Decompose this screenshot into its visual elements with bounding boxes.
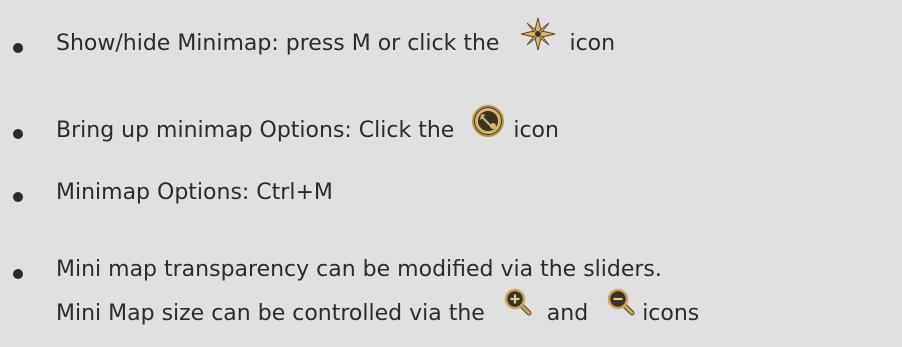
list-item-text: Show/hide Minimap: press M or click the: [56, 17, 616, 61]
bullet: [13, 43, 23, 53]
compass-star-icon: [518, 17, 558, 51]
bullet: [13, 192, 23, 202]
item-text-before: Bring up minimap Options: Click the: [56, 118, 455, 143]
item-text-after: icon: [513, 118, 559, 143]
zoom-in-icon: [504, 288, 532, 316]
list-item-line1: Mini map transparency can be modified vi…: [56, 257, 662, 282]
list-item-line2: Mini Map size can be controlled via the …: [56, 288, 700, 329]
item-text-before: Show/hide Minimap: press M or click the: [56, 31, 500, 56]
item-text-before: Mini Map size can be controlled via the: [56, 301, 485, 326]
list-item-text: Minimap Options: Ctrl+M: [56, 180, 333, 205]
list-item-text: Bring up minimap Options: Click the icon: [56, 105, 559, 148]
item-text-after: icon: [569, 31, 616, 56]
instructions-list: Show/hide Minimap: press M or click the: [0, 0, 902, 347]
zoom-out-icon: [607, 288, 635, 316]
item-text-after: icons: [642, 301, 700, 326]
bullet: [13, 129, 23, 139]
item-text-middle: and: [546, 301, 589, 326]
bullet: [13, 269, 23, 279]
wrench-circle-icon: [471, 104, 505, 138]
